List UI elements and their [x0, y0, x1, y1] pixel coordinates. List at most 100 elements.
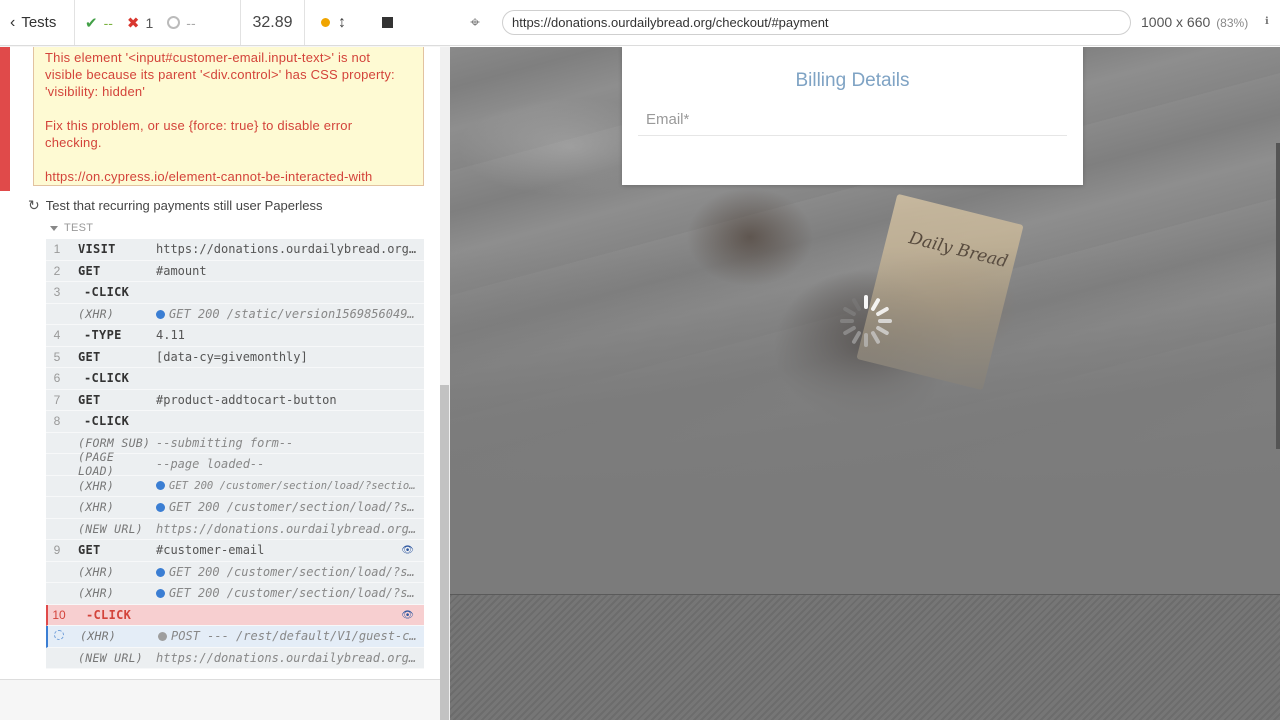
command-name: (XHR): [78, 564, 115, 579]
command-name: -CLICK: [84, 285, 130, 300]
stats: ✔ -- ✖ 1 --: [75, 0, 241, 45]
chevron-left-icon: ‹: [10, 13, 16, 31]
command-name: GET: [78, 263, 101, 278]
command-row[interactable]: (NEW URL) https://donations.ourdailybread…: [46, 647, 424, 669]
command-number: 8: [53, 414, 61, 429]
command-row[interactable]: (PAGE LOAD) --page loaded--: [46, 450, 424, 478]
command-row[interactable]: (XHR) GET 200 /customer/section/load/?sec…: [46, 475, 424, 497]
aut-empty-area: [450, 594, 1280, 720]
command-row[interactable]: 4 -TYPE 4.11: [46, 325, 424, 347]
command-row[interactable]: (XHR) POST --- /rest/default/V1/guest-c..…: [46, 626, 424, 648]
command-number: 7: [53, 392, 61, 407]
command-number: 6: [53, 371, 61, 386]
command-message: POST --- /rest/default/V1/guest-c...: [158, 629, 424, 643]
command-message-text: --submitting form--: [156, 435, 294, 450]
test-section-label[interactable]: TEST: [50, 222, 93, 234]
error-strip: [0, 47, 10, 191]
xhr-status-icon: [156, 309, 165, 319]
circle-icon: [167, 16, 181, 29]
command-row[interactable]: (XHR) GET 200 /customer/section/load/?s..…: [46, 497, 424, 519]
command-row[interactable]: 10 -CLICK 👁: [46, 604, 424, 626]
command-message: GET 200 /static/version1569856049...: [156, 307, 424, 321]
command-message: https://donations.ourdailybread.org...: [156, 522, 424, 536]
command-message-text: [data-cy=givemonthly]: [156, 349, 308, 364]
command-message: --submitting form--: [156, 436, 424, 450]
section-label-text: TEST: [64, 222, 94, 234]
command-row[interactable]: 1 VISIT https://donations.ourdailybread.or…: [46, 239, 424, 261]
command-row[interactable]: (XHR) GET 200 /static/version1569856049..…: [46, 303, 424, 325]
crosshair-icon[interactable]: ⌖: [464, 12, 486, 34]
refresh-icon: ↻: [28, 197, 40, 213]
command-name: (XHR): [78, 306, 115, 321]
command-row[interactable]: 9 GET #customer-email 👁: [46, 540, 424, 562]
command-message: https://donations.ourdailybread.org/ge..…: [156, 242, 424, 256]
command-message-text: #product-addtocart-button: [156, 392, 337, 407]
command-row[interactable]: 5 GET [data-cy=givemonthly]: [46, 346, 424, 368]
command-message-text: POST --- /rest/default/V1/guest-c...: [171, 629, 424, 644]
command-number: 5: [53, 349, 61, 364]
command-number: 10: [52, 607, 66, 622]
viewport-scale: (83%): [1216, 16, 1249, 30]
check-icon: ✔: [85, 14, 98, 32]
command-name: (PAGE LOAD): [78, 450, 115, 479]
error-text: This element '<input#customer-email.inpu…: [45, 50, 395, 99]
passed-count: --: [103, 14, 113, 31]
tests-button[interactable]: ‹ Tests: [0, 0, 75, 45]
command-row[interactable]: (XHR) GET 200 /customer/section/load/?s..…: [46, 583, 424, 605]
command-message-text: 4.11: [156, 328, 185, 343]
run-controls: ↕: [305, 0, 450, 45]
reporter-scrollbar-thumb[interactable]: [440, 385, 449, 720]
command-row[interactable]: 6 -CLICK: [46, 368, 424, 390]
error-hint: Fix this problem, or use {force: true} t…: [45, 118, 353, 150]
command-name: (XHR): [78, 500, 115, 515]
status-dot-icon: [321, 18, 330, 27]
command-name: VISIT: [78, 242, 116, 257]
command-number: 9: [53, 543, 61, 558]
command-row[interactable]: 8 -CLICK: [46, 411, 424, 433]
pending-count: --: [186, 14, 196, 31]
command-message: GET 200 /customer/section/load/?s...: [156, 586, 424, 600]
viewport-info[interactable]: 1000 x 660 (83%): [1141, 14, 1248, 30]
command-message: #customer-email: [156, 543, 424, 557]
x-icon: ✖: [126, 14, 140, 32]
stop-icon[interactable]: [382, 17, 393, 28]
email-field[interactable]: Email*: [638, 111, 1067, 136]
command-name: (FORM SUB): [78, 435, 151, 450]
command-row[interactable]: (NEW URL) https://donations.ourdailybread…: [46, 518, 424, 540]
test-title[interactable]: ↻ Test that recurring payments still use…: [28, 197, 322, 214]
command-row[interactable]: 2 GET #amount: [46, 260, 424, 282]
command-name: (XHR): [78, 586, 115, 601]
url-bar[interactable]: https://donations.ourdailybread.org/chec…: [502, 10, 1131, 35]
test-title-text: Test that recurring payments still user …: [45, 198, 323, 213]
command-number: 2: [53, 263, 61, 278]
loading-spinner-icon: [840, 295, 892, 347]
command-message: #product-addtocart-button: [156, 393, 424, 407]
auto-scroll-icon[interactable]: ↕: [338, 14, 346, 32]
command-message: GET 200 /customer/section/load/?sections…: [156, 480, 424, 492]
xhr-status-icon: [156, 567, 165, 577]
command-row[interactable]: (XHR) GET 200 /customer/section/load/?s..…: [46, 561, 424, 583]
command-number: 3: [53, 285, 61, 300]
command-name: GET: [78, 543, 101, 558]
command-name: (XHR): [78, 478, 115, 493]
command-row[interactable]: 3 -CLICK: [46, 282, 424, 304]
command-message-text: GET 200 /customer/section/load/?s...: [169, 500, 424, 515]
error-link[interactable]: https://on.cypress.io/element-cannot-be-…: [45, 168, 411, 185]
command-message-text: #customer-email: [156, 543, 265, 558]
aut-scrollbar[interactable]: [1276, 143, 1280, 449]
tests-label: Tests: [21, 14, 57, 31]
duration: 32.89: [241, 0, 305, 45]
info-icon[interactable]: ℹ: [1265, 16, 1275, 27]
command-message: #amount: [156, 264, 424, 278]
command-row[interactable]: 7 GET #product-addtocart-button: [46, 389, 424, 411]
command-name: GET: [78, 349, 101, 364]
eye-slash-icon: 👁: [401, 609, 414, 621]
reporter-header: ‹ Tests ✔ -- ✖ 1 -- 32.89 ↕: [0, 0, 450, 46]
pending-spinner-icon: [54, 630, 64, 641]
command-message: https://donations.ourdailybread.org...: [156, 651, 424, 665]
xhr-status-icon: [156, 480, 165, 490]
error-message: This element '<input#customer-email.inpu…: [0, 47, 424, 191]
command-message-text: GET 200 /customer/section/load/?sections…: [169, 479, 424, 492]
command-message: [data-cy=givemonthly]: [156, 350, 424, 364]
passed-stat: ✔ --: [85, 14, 113, 32]
